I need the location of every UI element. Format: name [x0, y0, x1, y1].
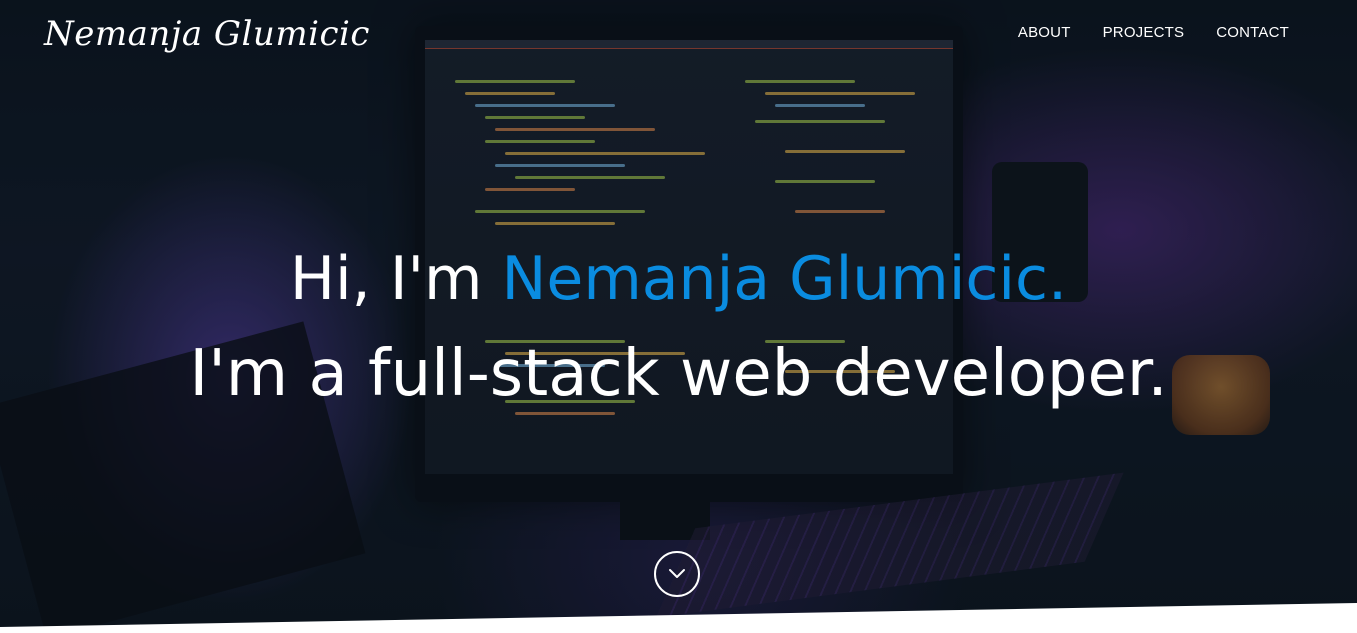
hero-greeting-prefix: Hi, I'm: [289, 244, 502, 314]
nav-link-projects[interactable]: PROJECTS: [1103, 22, 1185, 44]
nav-link-about[interactable]: ABOUT: [1018, 22, 1071, 44]
nav-link-contact[interactable]: CONTACT: [1216, 22, 1289, 44]
hero-greeting: Hi, I'm Nemanja Glumicic.: [0, 232, 1357, 327]
main-nav: ABOUT PROJECTS CONTACT: [1018, 22, 1289, 44]
chevron-down-icon: [669, 569, 685, 578]
hero-tagline: I'm a full-stack web developer.: [189, 337, 1168, 411]
hero-section: Nemanja Glumicic ABOUT PROJECTS CONTACT …: [0, 0, 1357, 633]
scroll-down-button[interactable]: [654, 551, 700, 597]
site-logo[interactable]: Nemanja Glumicic: [44, 10, 370, 58]
hero-name: Nemanja Glumicic.: [501, 244, 1068, 314]
hero-headline: Hi, I'm Nemanja Glumicic. I'm a full-sta…: [0, 232, 1357, 422]
